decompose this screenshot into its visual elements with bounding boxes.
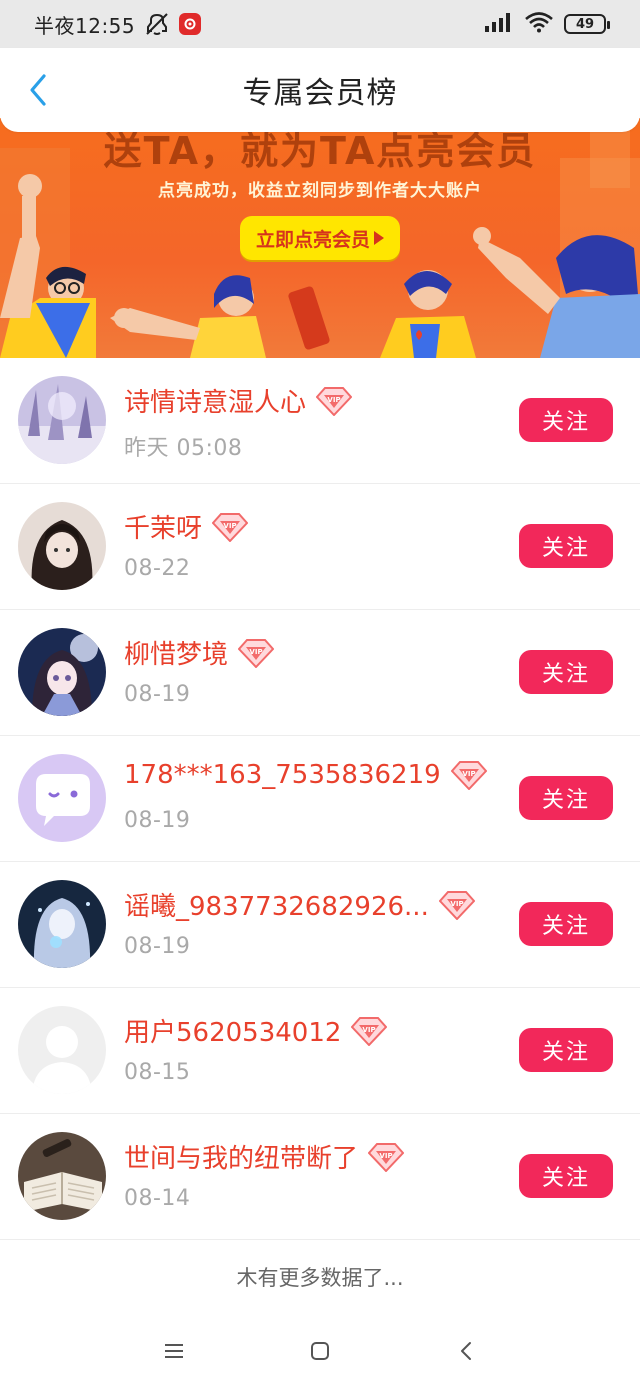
vip-banner[interactable]: 送TA，就为TA点亮会员 点亮成功，收益立刻同步到作者大大账户 立即点亮会员: [0, 118, 640, 358]
back-button[interactable]: [18, 70, 58, 110]
vip-label: VIP: [450, 900, 463, 908]
system-nav-bar: [0, 1314, 640, 1387]
status-time: 半夜12:55: [34, 13, 136, 38]
member-name-line: 178***163_7535836219 VIP: [124, 760, 487, 790]
battery-indicator: 49: [564, 14, 610, 34]
chevron-left-icon: [30, 74, 46, 106]
signal-icon: [484, 12, 514, 36]
list-item[interactable]: 用户5620534012 VIP 08-15 关注: [0, 988, 640, 1114]
vip-label: VIP: [462, 770, 475, 778]
member-date: 08-15: [124, 1060, 191, 1085]
status-right: 49: [484, 11, 610, 37]
member-name-line: 柳惜梦境 VIP: [124, 634, 275, 671]
member-date: 昨天 05:08: [124, 436, 243, 461]
member-name[interactable]: 用户5620534012: [124, 1012, 341, 1049]
member-name[interactable]: 谣曦_9837732682926...: [124, 886, 429, 923]
member-date: 08-19: [124, 934, 191, 959]
menu-button[interactable]: [156, 1333, 192, 1369]
vip-diamond-icon: VIP: [450, 761, 487, 790]
avatar[interactable]: [18, 1132, 106, 1220]
member-date: 08-14: [124, 1186, 191, 1211]
vip-label: VIP: [223, 522, 236, 530]
follow-button[interactable]: 关注: [519, 524, 613, 568]
vip-diamond-icon: VIP: [316, 386, 353, 416]
banner-subtitle: 点亮成功，收益立刻同步到作者大大账户: [158, 181, 482, 201]
member-name[interactable]: 千茉呀: [124, 508, 202, 545]
vip-label: VIP: [249, 648, 262, 656]
follow-button[interactable]: 关注: [519, 1028, 613, 1072]
netease-music-icon: [179, 13, 202, 35]
avatar[interactable]: [18, 880, 106, 968]
follow-button[interactable]: 关注: [519, 776, 613, 820]
nav-back-button[interactable]: [448, 1333, 484, 1369]
follow-button[interactable]: 关注: [519, 902, 613, 946]
follow-button[interactable]: 关注: [519, 650, 613, 694]
member-name[interactable]: 柳惜梦境: [124, 634, 228, 671]
member-name-line: 用户5620534012 VIP: [124, 1012, 388, 1049]
list-item[interactable]: 千茉呀 VIP 08-22 关注: [0, 484, 640, 610]
avatar[interactable]: [18, 754, 106, 842]
list-item[interactable]: 世间与我的纽带断了 VIP 08-14 关注: [0, 1114, 640, 1240]
status-bar: 半夜12:55 49: [0, 0, 640, 48]
vip-diamond-icon: VIP: [368, 1142, 405, 1172]
page-title: 专属会员榜: [242, 76, 398, 111]
avatar[interactable]: [18, 376, 106, 464]
vip-diamond-icon: VIP: [351, 1016, 388, 1046]
avatar[interactable]: [18, 502, 106, 590]
member-name[interactable]: 178***163_7535836219: [124, 760, 441, 790]
follow-button[interactable]: 关注: [519, 1154, 613, 1198]
member-list: 诗情诗意湿人心 VIP 昨天 05:08 关注 千茉呀 VIP 08-22 关注…: [0, 358, 640, 1240]
home-square-icon: [311, 1341, 329, 1360]
list-item[interactable]: 谣曦_9837732682926... VIP 08-19 关注: [0, 862, 640, 988]
member-name-line: 诗情诗意湿人心 VIP: [124, 382, 353, 419]
menu-icon: [165, 1343, 183, 1358]
member-name[interactable]: 世间与我的纽带断了: [124, 1138, 358, 1175]
list-end-text: 木有更多数据了...: [236, 1266, 404, 1290]
follow-button[interactable]: 关注: [519, 398, 613, 442]
vip-diamond-icon: VIP: [238, 638, 275, 668]
member-date: 08-22: [124, 556, 191, 581]
member-name[interactable]: 诗情诗意湿人心: [124, 382, 306, 419]
vip-diamond-icon: VIP: [212, 512, 249, 542]
list-item[interactable]: 178***163_7535836219 VIP 08-19 关注: [0, 736, 640, 862]
wifi-icon: [524, 11, 554, 37]
avatar[interactable]: [18, 1006, 106, 1094]
member-date: 08-19: [124, 808, 191, 833]
avatar[interactable]: [18, 628, 106, 716]
vip-label: VIP: [379, 1152, 392, 1160]
cta-label: 立即点亮会员: [255, 228, 370, 251]
vip-label: VIP: [327, 396, 340, 404]
vip-diamond-icon: VIP: [438, 890, 475, 920]
mute-icon: [143, 12, 171, 36]
list-item[interactable]: 柳惜梦境 VIP 08-19 关注: [0, 610, 640, 736]
member-name-line: 谣曦_9837732682926... VIP: [124, 886, 475, 923]
member-date: 08-19: [124, 682, 191, 707]
member-name-line: 世间与我的纽带断了 VIP: [124, 1138, 405, 1175]
list-item[interactable]: 诗情诗意湿人心 VIP 昨天 05:08 关注: [0, 358, 640, 484]
member-name-line: 千茉呀 VIP: [124, 508, 249, 545]
home-button[interactable]: [302, 1333, 338, 1369]
vip-label: VIP: [363, 1026, 376, 1034]
header: 专属会员榜: [0, 48, 640, 132]
play-arrow-icon: [374, 231, 384, 245]
light-up-vip-button[interactable]: 立即点亮会员: [240, 216, 400, 260]
status-left: 半夜12:55: [34, 10, 202, 39]
nav-back-icon: [461, 1341, 471, 1360]
